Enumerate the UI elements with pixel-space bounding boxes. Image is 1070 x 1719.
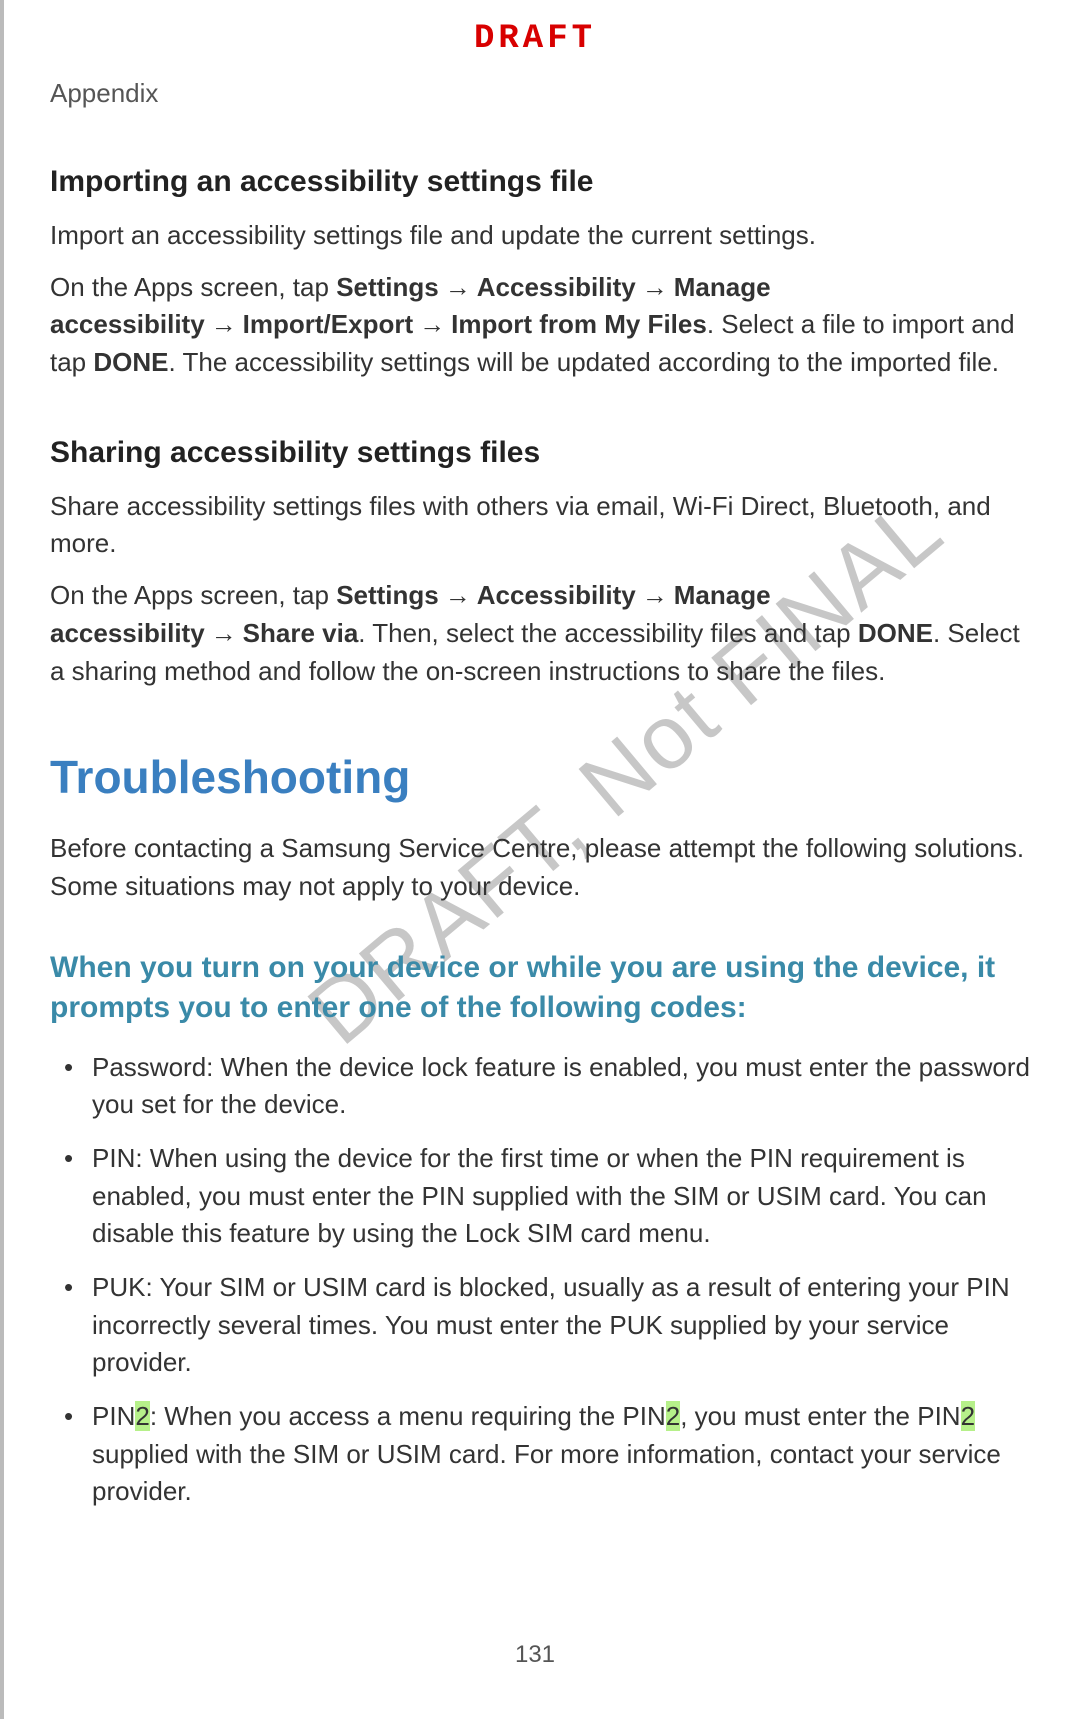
text: On the Apps screen, tap <box>50 580 336 610</box>
text: . The accessibility settings will be upd… <box>169 347 1000 377</box>
list-item: PIN: When using the device for the first… <box>50 1140 1040 1253</box>
text: , you must enter the PIN <box>680 1401 960 1431</box>
arrow-icon: → <box>636 580 674 610</box>
sharing-intro: Share accessibility settings files with … <box>50 488 1040 563</box>
highlight: 2 <box>961 1401 975 1431</box>
text: supplied with the SIM or USIM card. For … <box>92 1439 1001 1507</box>
accessibility-label: Accessibility <box>477 580 636 610</box>
highlight: 2 <box>666 1401 680 1431</box>
text: : When you access a menu requiring the P… <box>150 1401 666 1431</box>
codes-list: Password: When the device lock feature i… <box>50 1049 1040 1512</box>
text: On the Apps screen, tap <box>50 272 336 302</box>
accessibility-label: Accessibility <box>477 272 636 302</box>
arrow-icon: → <box>439 580 477 610</box>
done-label: DONE <box>858 618 933 648</box>
arrow-icon: → <box>205 618 243 648</box>
page-section-header: Appendix <box>50 78 158 109</box>
list-item: Password: When the device lock feature i… <box>50 1049 1040 1124</box>
list-item: PUK: Your SIM or USIM card is blocked, u… <box>50 1269 1040 1382</box>
importing-intro: Import an accessibility settings file an… <box>50 217 1040 255</box>
text: PIN <box>92 1401 135 1431</box>
import-from-files-label: Import from My Files <box>451 309 707 339</box>
arrow-icon: → <box>439 272 477 302</box>
importing-steps: On the Apps screen, tap Settings→Accessi… <box>50 269 1040 382</box>
page-content: Importing an accessibility settings file… <box>50 165 1040 1527</box>
text: . Then, select the accessibility files a… <box>358 618 858 648</box>
highlight: 2 <box>135 1401 149 1431</box>
left-margin-bar <box>0 0 4 1719</box>
list-item: PIN2: When you access a menu requiring t… <box>50 1398 1040 1511</box>
troubleshooting-heading: Troubleshooting <box>50 750 1040 804</box>
sharing-heading: Sharing accessibility settings files <box>50 436 1040 470</box>
settings-label: Settings <box>336 272 439 302</box>
codes-prompt-heading: When you turn on your device or while yo… <box>50 948 1040 1029</box>
settings-label: Settings <box>336 580 439 610</box>
importing-heading: Importing an accessibility settings file <box>50 165 1040 199</box>
sharing-steps: On the Apps screen, tap Settings→Accessi… <box>50 577 1040 690</box>
arrow-icon: → <box>413 309 451 339</box>
share-via-label: Share via <box>243 618 359 648</box>
import-export-label: Import/Export <box>243 309 413 339</box>
draft-header-label: DRAFT <box>0 20 1070 58</box>
troubleshooting-intro: Before contacting a Samsung Service Cent… <box>50 830 1040 905</box>
arrow-icon: → <box>636 272 674 302</box>
page-number: 131 <box>0 1641 1070 1669</box>
done-label: DONE <box>93 347 168 377</box>
arrow-icon: → <box>205 309 243 339</box>
